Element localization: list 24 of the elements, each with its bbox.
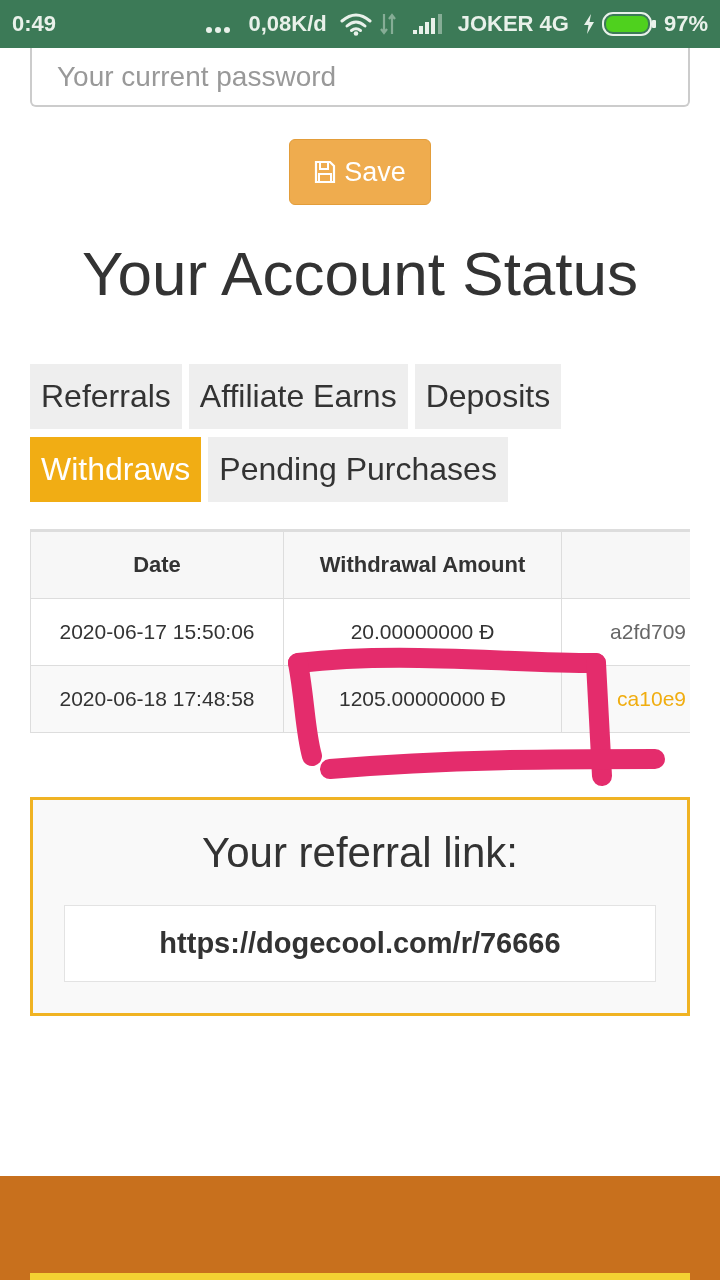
carrier-name: JOKER 4G [457,11,569,37]
referral-link-field[interactable]: https://dogecool.com/r/76666 [64,905,656,982]
charging-bolt-icon [583,14,594,34]
date-cell: 2020-06-17 15:50:06 [30,598,284,666]
tab[interactable]: Pending Purchases [208,437,508,502]
clock-time: 0:49 [12,11,57,37]
data-arrows-icon [379,12,396,36]
transaction-id: a2fd709 [610,620,686,643]
dots-icon [206,27,231,33]
wifi-icon [339,12,372,36]
password-field[interactable]: Your current password [30,48,690,107]
battery-percent: 97% [663,11,708,37]
tab[interactable]: Affiliate Earns [188,364,408,429]
date-cell: 2020-06-18 17:48:58 [30,665,284,733]
save-icon [314,160,337,184]
column-header: Date [30,531,284,599]
signal-icon [412,14,443,34]
network-speed: 0,08K/d [248,11,327,37]
tab[interactable]: Deposits [414,364,562,429]
battery-icon [601,12,656,36]
tab[interactable]: Referrals [30,364,182,429]
column-header: Withdrawal Amount [283,531,562,599]
referral-title: Your referral link: [202,828,518,878]
page-heading: Your Account Status [81,238,639,310]
